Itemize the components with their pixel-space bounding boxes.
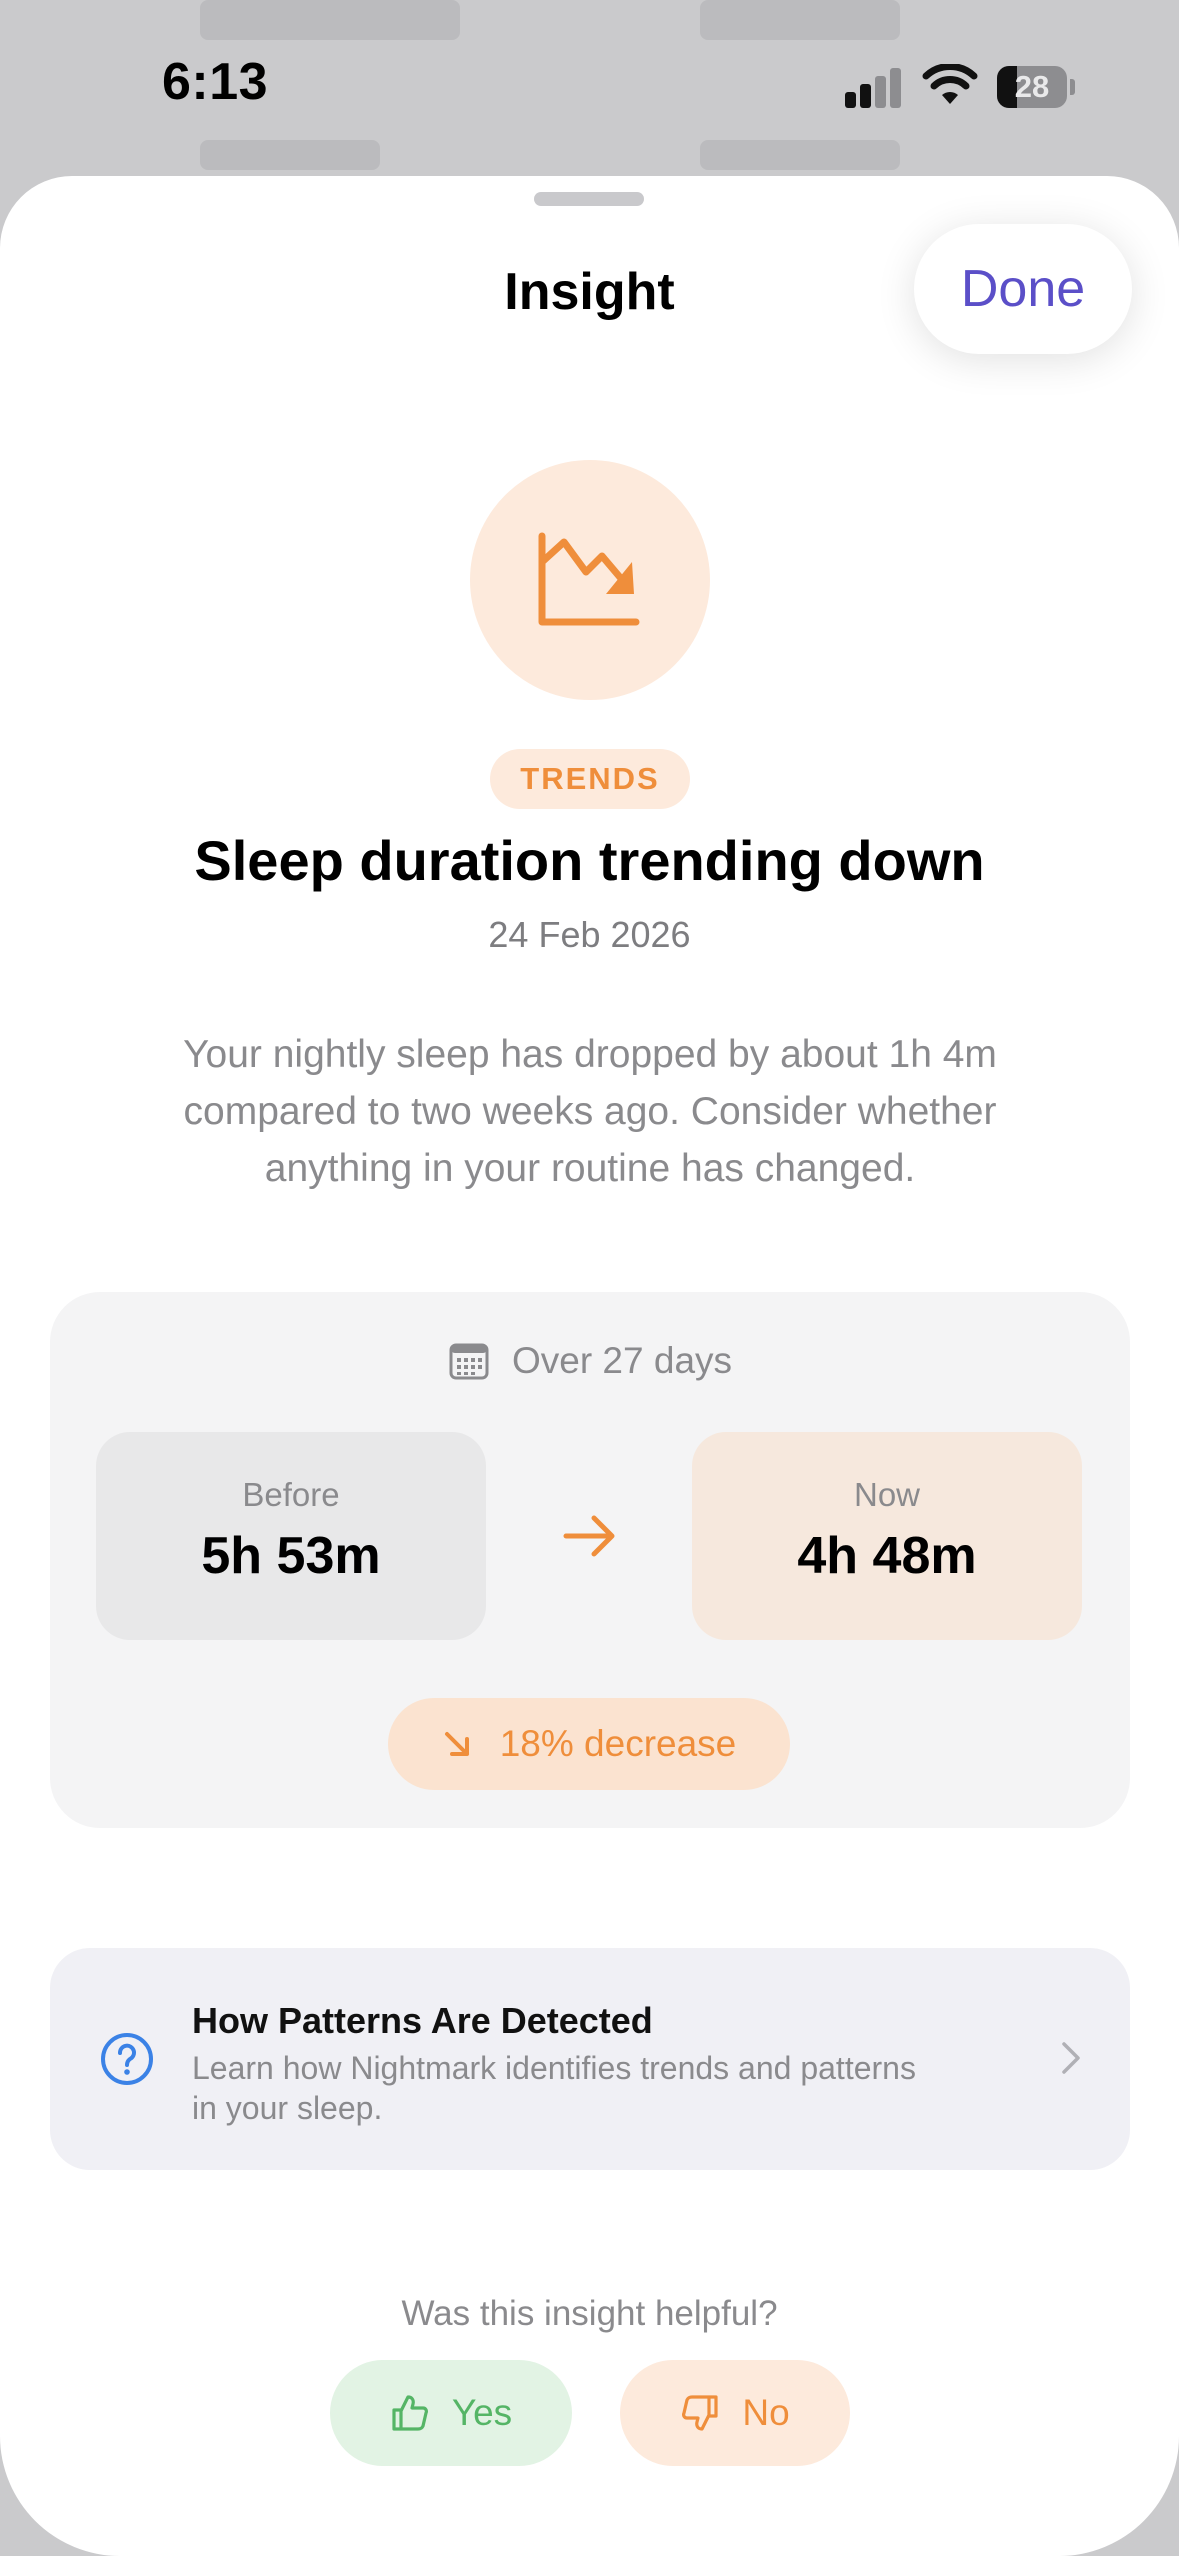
chart-trending-down-icon — [538, 532, 640, 626]
status-time: 6:13 — [162, 53, 269, 111]
now-stat: Now 4h 48m — [692, 1432, 1082, 1640]
chevron-right-icon — [1062, 2042, 1080, 2074]
now-label: Now — [853, 1476, 921, 1513]
question-circle-icon — [101, 2033, 153, 2085]
insight-sheet: Insight Done TRENDS Sleep duration trend… — [0, 176, 1179, 2556]
change-label: 18% decrease — [499, 1723, 737, 1764]
thumbs-down-icon — [682, 2395, 718, 2431]
insight-date: 24 Feb 2026 — [488, 914, 691, 955]
before-label: Before — [242, 1476, 340, 1513]
period-row: Over 27 days — [50, 1340, 1130, 1382]
period-label: Over 27 days — [511, 1340, 733, 1381]
arrow-right-icon — [563, 1515, 615, 1557]
info-subtitle: Learn how Nightmark identifies trends an… — [192, 2050, 916, 2126]
calendar-icon — [449, 1343, 489, 1380]
status-bar: 6:13 28 — [0, 0, 1179, 170]
insight-headline: Sleep duration trending down — [194, 829, 985, 892]
battery-percent: 28 — [1014, 69, 1050, 104]
cellular-signal-icon — [845, 68, 905, 108]
comparison-card: Over 27 days Before 5h 53m Now 4h 48m 18… — [50, 1292, 1130, 1828]
done-button[interactable]: Done — [914, 224, 1132, 354]
feedback-yes-label: Yes — [451, 2392, 513, 2433]
insight-icon-badge — [470, 460, 710, 700]
feedback-no-button[interactable]: No — [620, 2360, 850, 2466]
sheet-grabber[interactable] — [534, 192, 644, 206]
feedback-no-label: No — [742, 2392, 790, 2433]
category-badge: TRENDS — [490, 749, 690, 809]
before-value: 5h 53m — [201, 1527, 381, 1585]
change-badge: 18% decrease — [388, 1698, 790, 1790]
battery-icon: 28 — [997, 66, 1075, 108]
now-value: 4h 48m — [797, 1527, 977, 1585]
before-stat: Before 5h 53m — [96, 1432, 486, 1640]
wifi-icon — [922, 64, 978, 104]
feedback-question: Was this insight helpful? — [401, 2294, 778, 2333]
feedback-yes-button[interactable]: Yes — [330, 2360, 572, 2466]
thumbs-up-icon — [392, 2395, 428, 2431]
insight-description: Your nightly sleep has dropped by about … — [183, 1033, 997, 1190]
how-patterns-detected-row[interactable]: How Patterns Are Detected Learn how Nigh… — [50, 1948, 1130, 2170]
arrow-down-right-icon — [444, 1732, 469, 1756]
info-title: How Patterns Are Detected — [192, 2000, 653, 2041]
